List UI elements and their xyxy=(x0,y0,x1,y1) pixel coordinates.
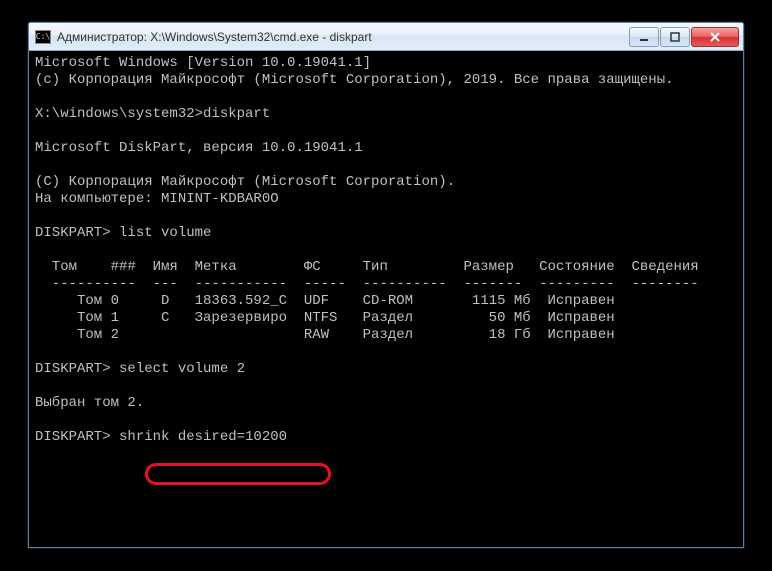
terminal-line: DISKPART> select volume 2 xyxy=(35,361,245,377)
terminal-line: Microsoft DiskPart, версия 10.0.19041.1 xyxy=(35,140,363,156)
terminal-line: DISKPART> shrink desired=10200 xyxy=(35,429,287,445)
terminal-line: (C) Корпорация Майкрософт (Microsoft Cor… xyxy=(35,174,455,190)
command-prompt-window: C:\ Администратор: X:\Windows\System32\c… xyxy=(28,22,744,548)
close-button[interactable] xyxy=(691,27,739,47)
terminal-line: (c) Корпорация Майкрософт (Microsoft Cor… xyxy=(35,72,674,88)
window-controls xyxy=(628,27,739,47)
cmd-icon: C:\ xyxy=(35,30,51,44)
window-title: Администратор: X:\Windows\System32\cmd.e… xyxy=(57,30,628,44)
terminal-line: Том 0 D 18363.592_C UDF CD-ROM 1115 Мб И… xyxy=(35,293,615,309)
terminal-line: ---------- --- ----------- ----- -------… xyxy=(35,276,699,292)
terminal-output[interactable]: Microsoft Windows [Version 10.0.19041.1]… xyxy=(29,51,743,450)
terminal-line: Том ### Имя Метка ФС Тип Размер Состояни… xyxy=(35,259,699,275)
terminal-line: На компьютере: MININT-KDBAR0O xyxy=(35,191,279,207)
terminal-line: Microsoft Windows [Version 10.0.19041.1] xyxy=(35,55,371,71)
terminal-line: DISKPART> list volume xyxy=(35,225,211,241)
terminal-line: Том 1 C Зарезервиро NTFS Раздел 50 Мб Ис… xyxy=(35,310,615,326)
command-highlight-annotation xyxy=(145,463,331,485)
titlebar[interactable]: C:\ Администратор: X:\Windows\System32\c… xyxy=(29,23,743,51)
terminal-line: X:\windows\system32>diskpart xyxy=(35,106,270,122)
terminal-line: Том 2 RAW Раздел 18 Гб Исправен xyxy=(35,327,615,343)
terminal-line: Выбран том 2. xyxy=(35,395,144,411)
maximize-button[interactable] xyxy=(660,27,690,47)
minimize-button[interactable] xyxy=(629,27,659,47)
